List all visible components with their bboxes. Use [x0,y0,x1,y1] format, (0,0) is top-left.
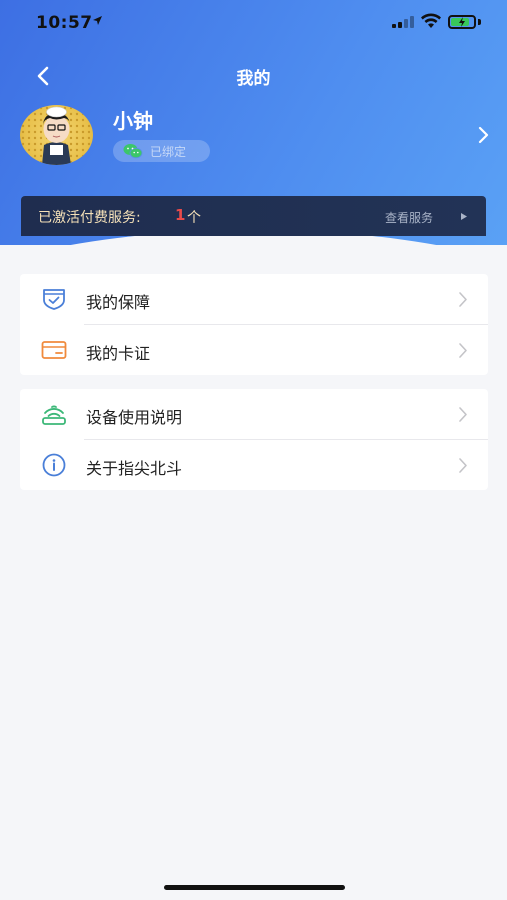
charging-bolt-icon [459,17,465,27]
wechat-icon [123,144,143,159]
chevron-right-icon [459,343,467,358]
paid-service-banner[interactable]: 已激活付费服务: 1 个 查看服务 [21,196,486,236]
menu-item-label: 我的卡证 [86,344,151,363]
chevron-right-icon [478,126,489,144]
profile-detail-button[interactable] [474,124,492,146]
status-bar: 10:57 [0,0,507,44]
cellular-signal-icon [392,16,414,28]
wifi-icon [420,12,442,30]
username: 小钟 [113,109,153,133]
chevron-right-icon [459,407,467,422]
menu-group-2: 设备使用说明 关于指尖北斗 [20,389,488,490]
view-services-link[interactable]: 查看服务 [385,209,433,226]
menu-item-device-guide[interactable]: 设备使用说明 [20,389,488,440]
service-unit: 个 [187,210,201,226]
menu-item-about[interactable]: 关于指尖北斗 [20,440,488,490]
service-label: 已激活付费服务: [38,210,141,226]
menu-group-1: 我的保障 我的卡证 [20,274,488,375]
card-icon [41,341,67,359]
battery-cap [478,19,481,25]
page-title: 我的 [236,69,271,89]
menu-item-label: 我的保障 [86,293,151,312]
info-icon [42,453,66,477]
menu-item-my-cards[interactable]: 我的卡证 [20,325,488,375]
chevron-right-icon [459,292,467,307]
shield-check-icon [43,289,65,310]
avatar[interactable] [20,105,93,165]
service-count: 1 [175,206,186,224]
bind-status: 已绑定 [150,145,187,159]
menu-item-label: 关于指尖北斗 [86,459,183,478]
menu-item-label: 设备使用说明 [86,408,183,427]
play-triangle-icon [461,213,467,220]
location-arrow-icon [92,15,103,29]
device-signal-icon [42,405,66,425]
chevron-right-icon [459,458,467,473]
battery-icon [448,15,476,29]
wechat-bind-badge: 已绑定 [113,140,210,162]
menu-item-my-protection[interactable]: 我的保障 [20,274,488,325]
home-indicator [164,885,345,890]
status-time: 10:57 [36,13,93,33]
